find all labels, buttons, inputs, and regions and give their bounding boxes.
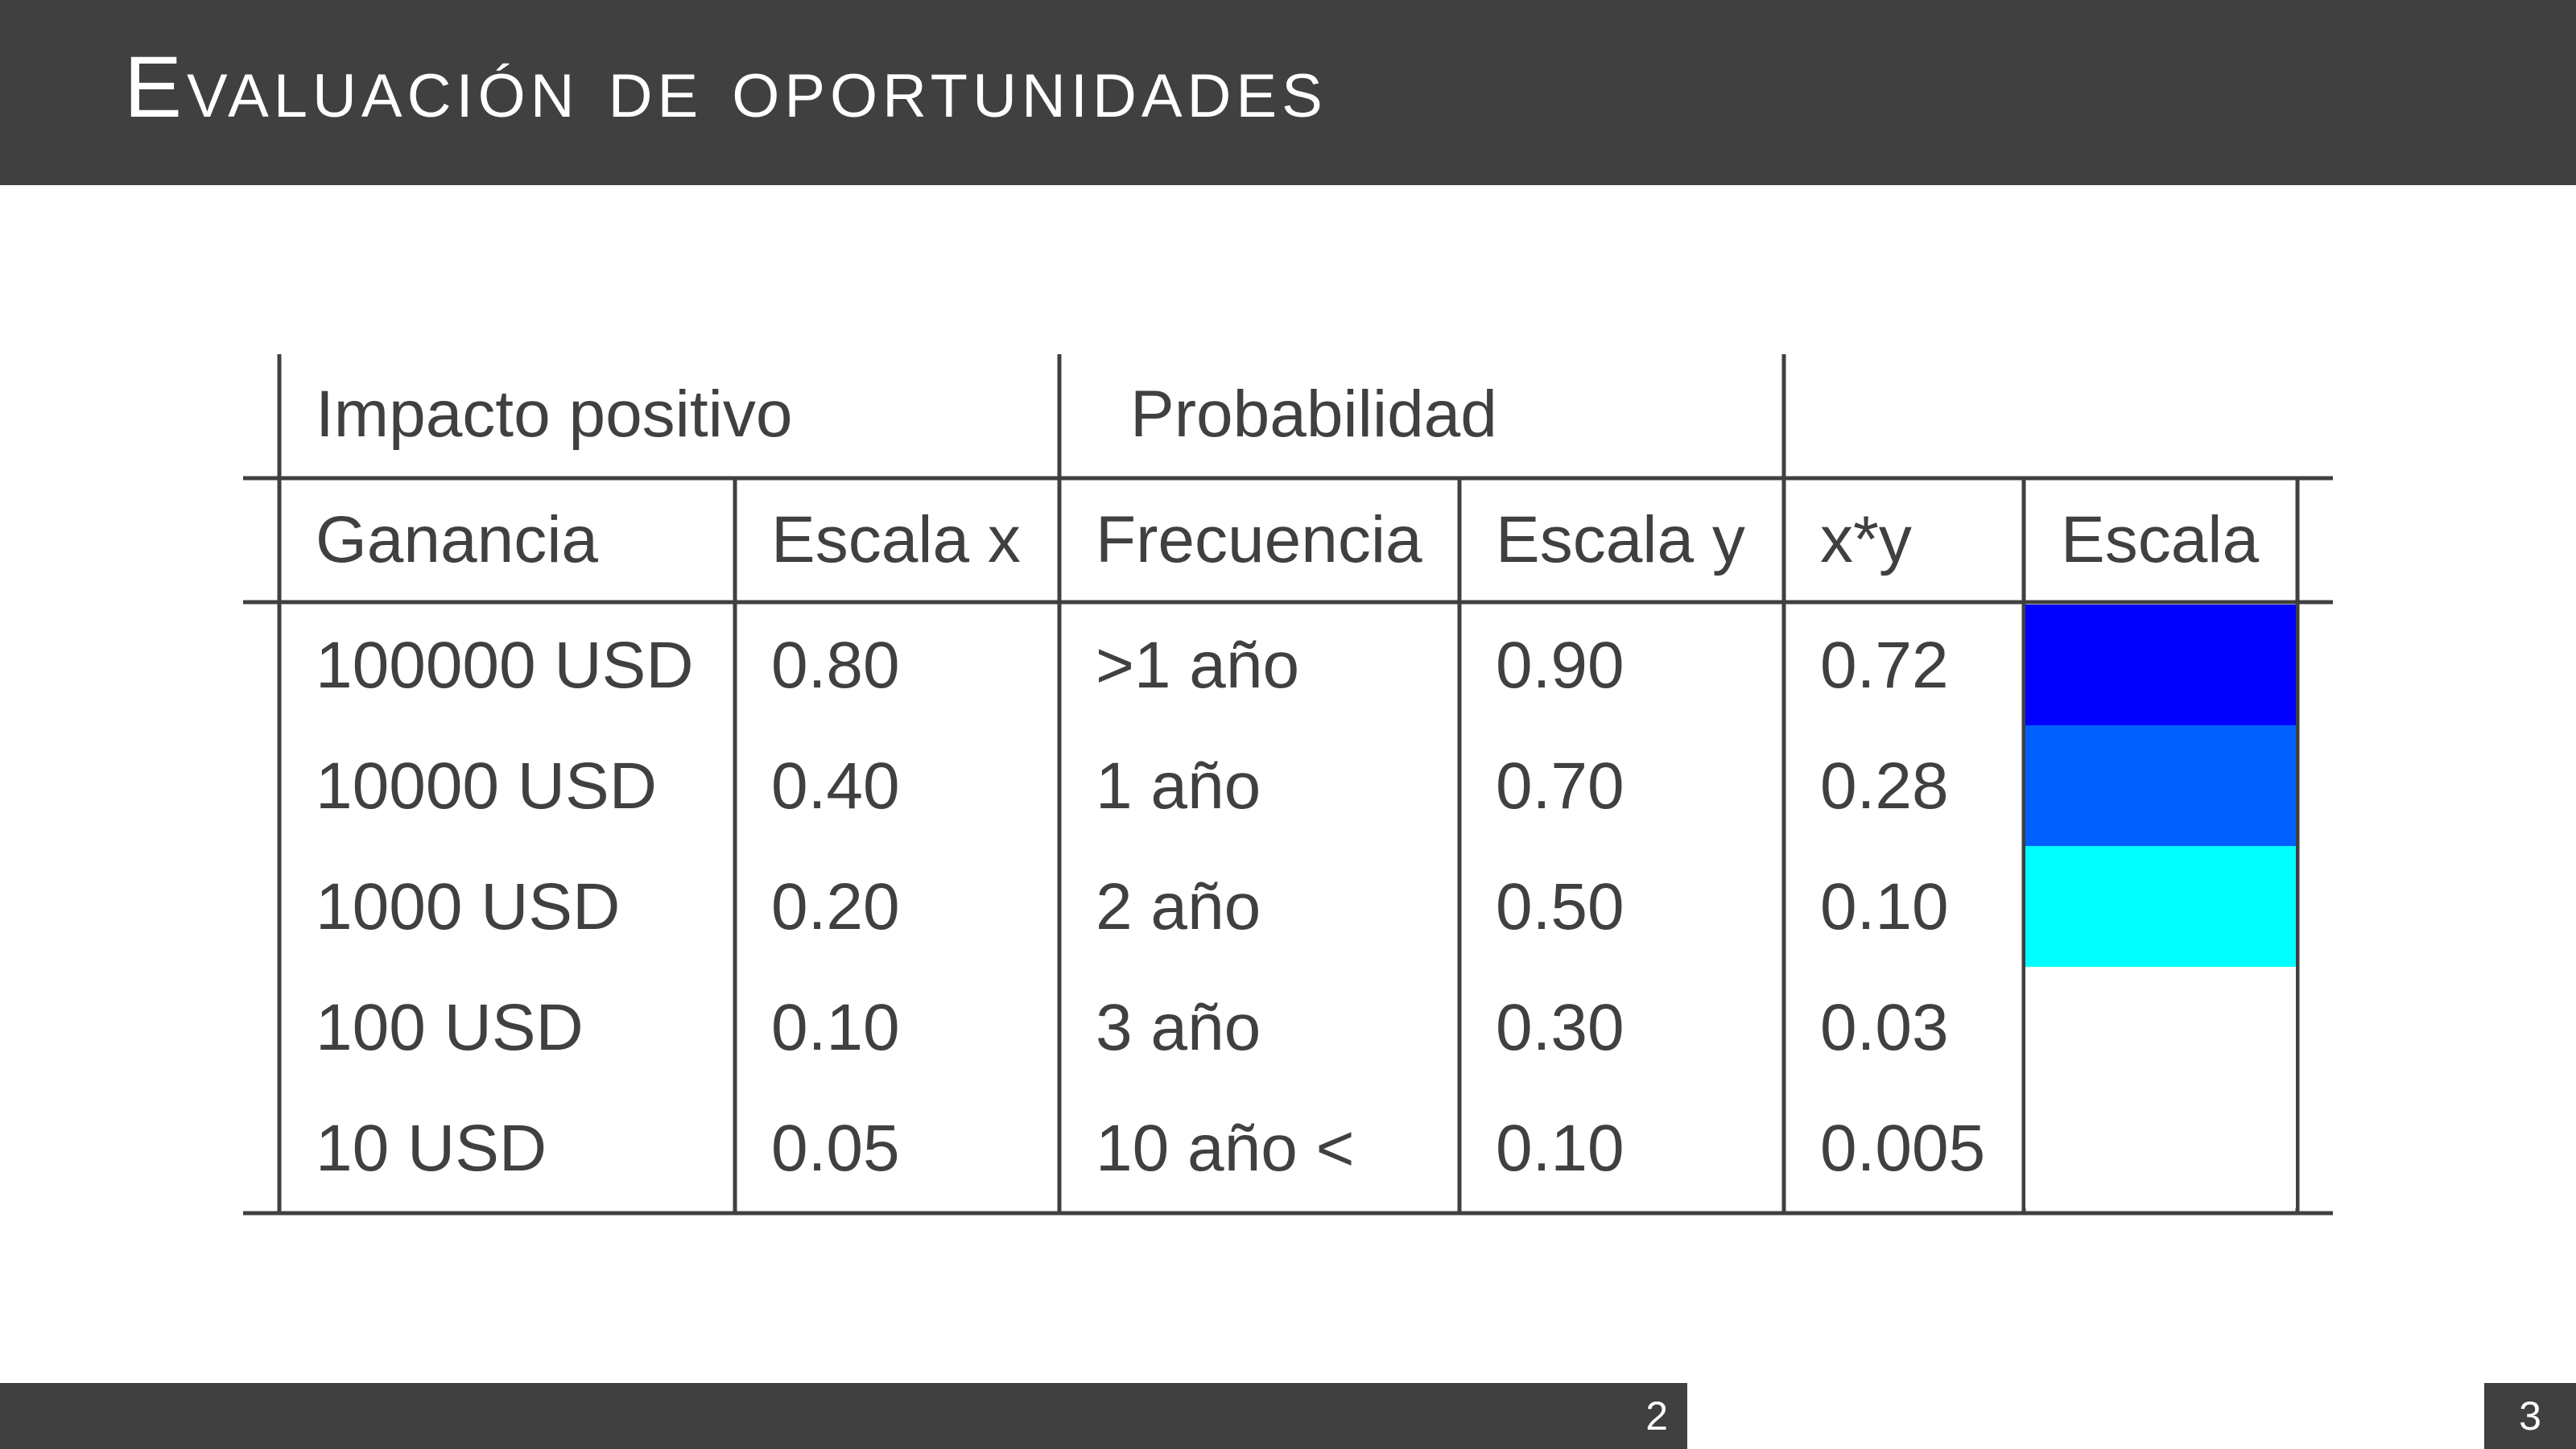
group-header-probability: Probabilidad [1130,378,1497,451]
column-header-xy: x*y [1820,503,1912,576]
cell-scale-y: 0.10 [1496,1112,1624,1185]
cell-gain: 100000 USD [316,629,694,702]
cell-scale-x: 0.20 [771,870,900,943]
group-header-impact: Impacto positivo [316,378,793,451]
column-header-frequency: Frecuencia [1096,503,1422,576]
cell-gain: 100 USD [316,991,584,1064]
footer-bar [0,1383,1687,1449]
cell-frequency: >1 año [1096,629,1300,702]
column-header-scale-y: Escala y [1496,503,1745,576]
cell-scale-y: 0.50 [1496,870,1624,943]
cell-xy: 0.03 [1820,991,1949,1064]
cell-frequency: 3 año [1096,991,1261,1064]
cell-frequency: 2 año [1096,870,1261,943]
cell-scale-y: 0.70 [1496,749,1624,823]
footer-page-number: 2 [1645,1393,1668,1439]
cell-frequency: 10 año < [1096,1112,1355,1185]
scale-swatch-row-5 [2025,1088,2296,1208]
cell-frequency: 1 año [1096,749,1261,823]
scale-swatch-row-1 [2025,605,2296,725]
column-header-gain: Ganancia [316,503,599,576]
cell-gain: 10 USD [316,1112,547,1185]
cell-xy: 0.10 [1820,870,1949,943]
scale-swatch-row-4 [2025,967,2296,1088]
cell-xy: 0.28 [1820,749,1949,823]
cell-scale-x: 0.05 [771,1112,900,1185]
cell-scale-y: 0.30 [1496,991,1624,1064]
column-header-scale-x: Escala x [771,503,1021,576]
cell-xy: 0.005 [1820,1112,1986,1185]
cell-gain: 10000 USD [316,749,657,823]
column-header-scale: Escala [2061,503,2260,576]
cell-scale-x: 0.80 [771,629,900,702]
cell-xy: 0.72 [1820,629,1949,702]
scale-swatch-row-2 [2025,725,2296,846]
cell-scale-y: 0.90 [1496,629,1624,702]
cell-scale-x: 0.10 [771,991,900,1064]
cell-gain: 1000 USD [316,870,621,943]
cell-scale-x: 0.40 [771,749,900,823]
footer-total-pages: 3 [2484,1383,2576,1449]
scale-swatch-row-3 [2025,846,2296,967]
